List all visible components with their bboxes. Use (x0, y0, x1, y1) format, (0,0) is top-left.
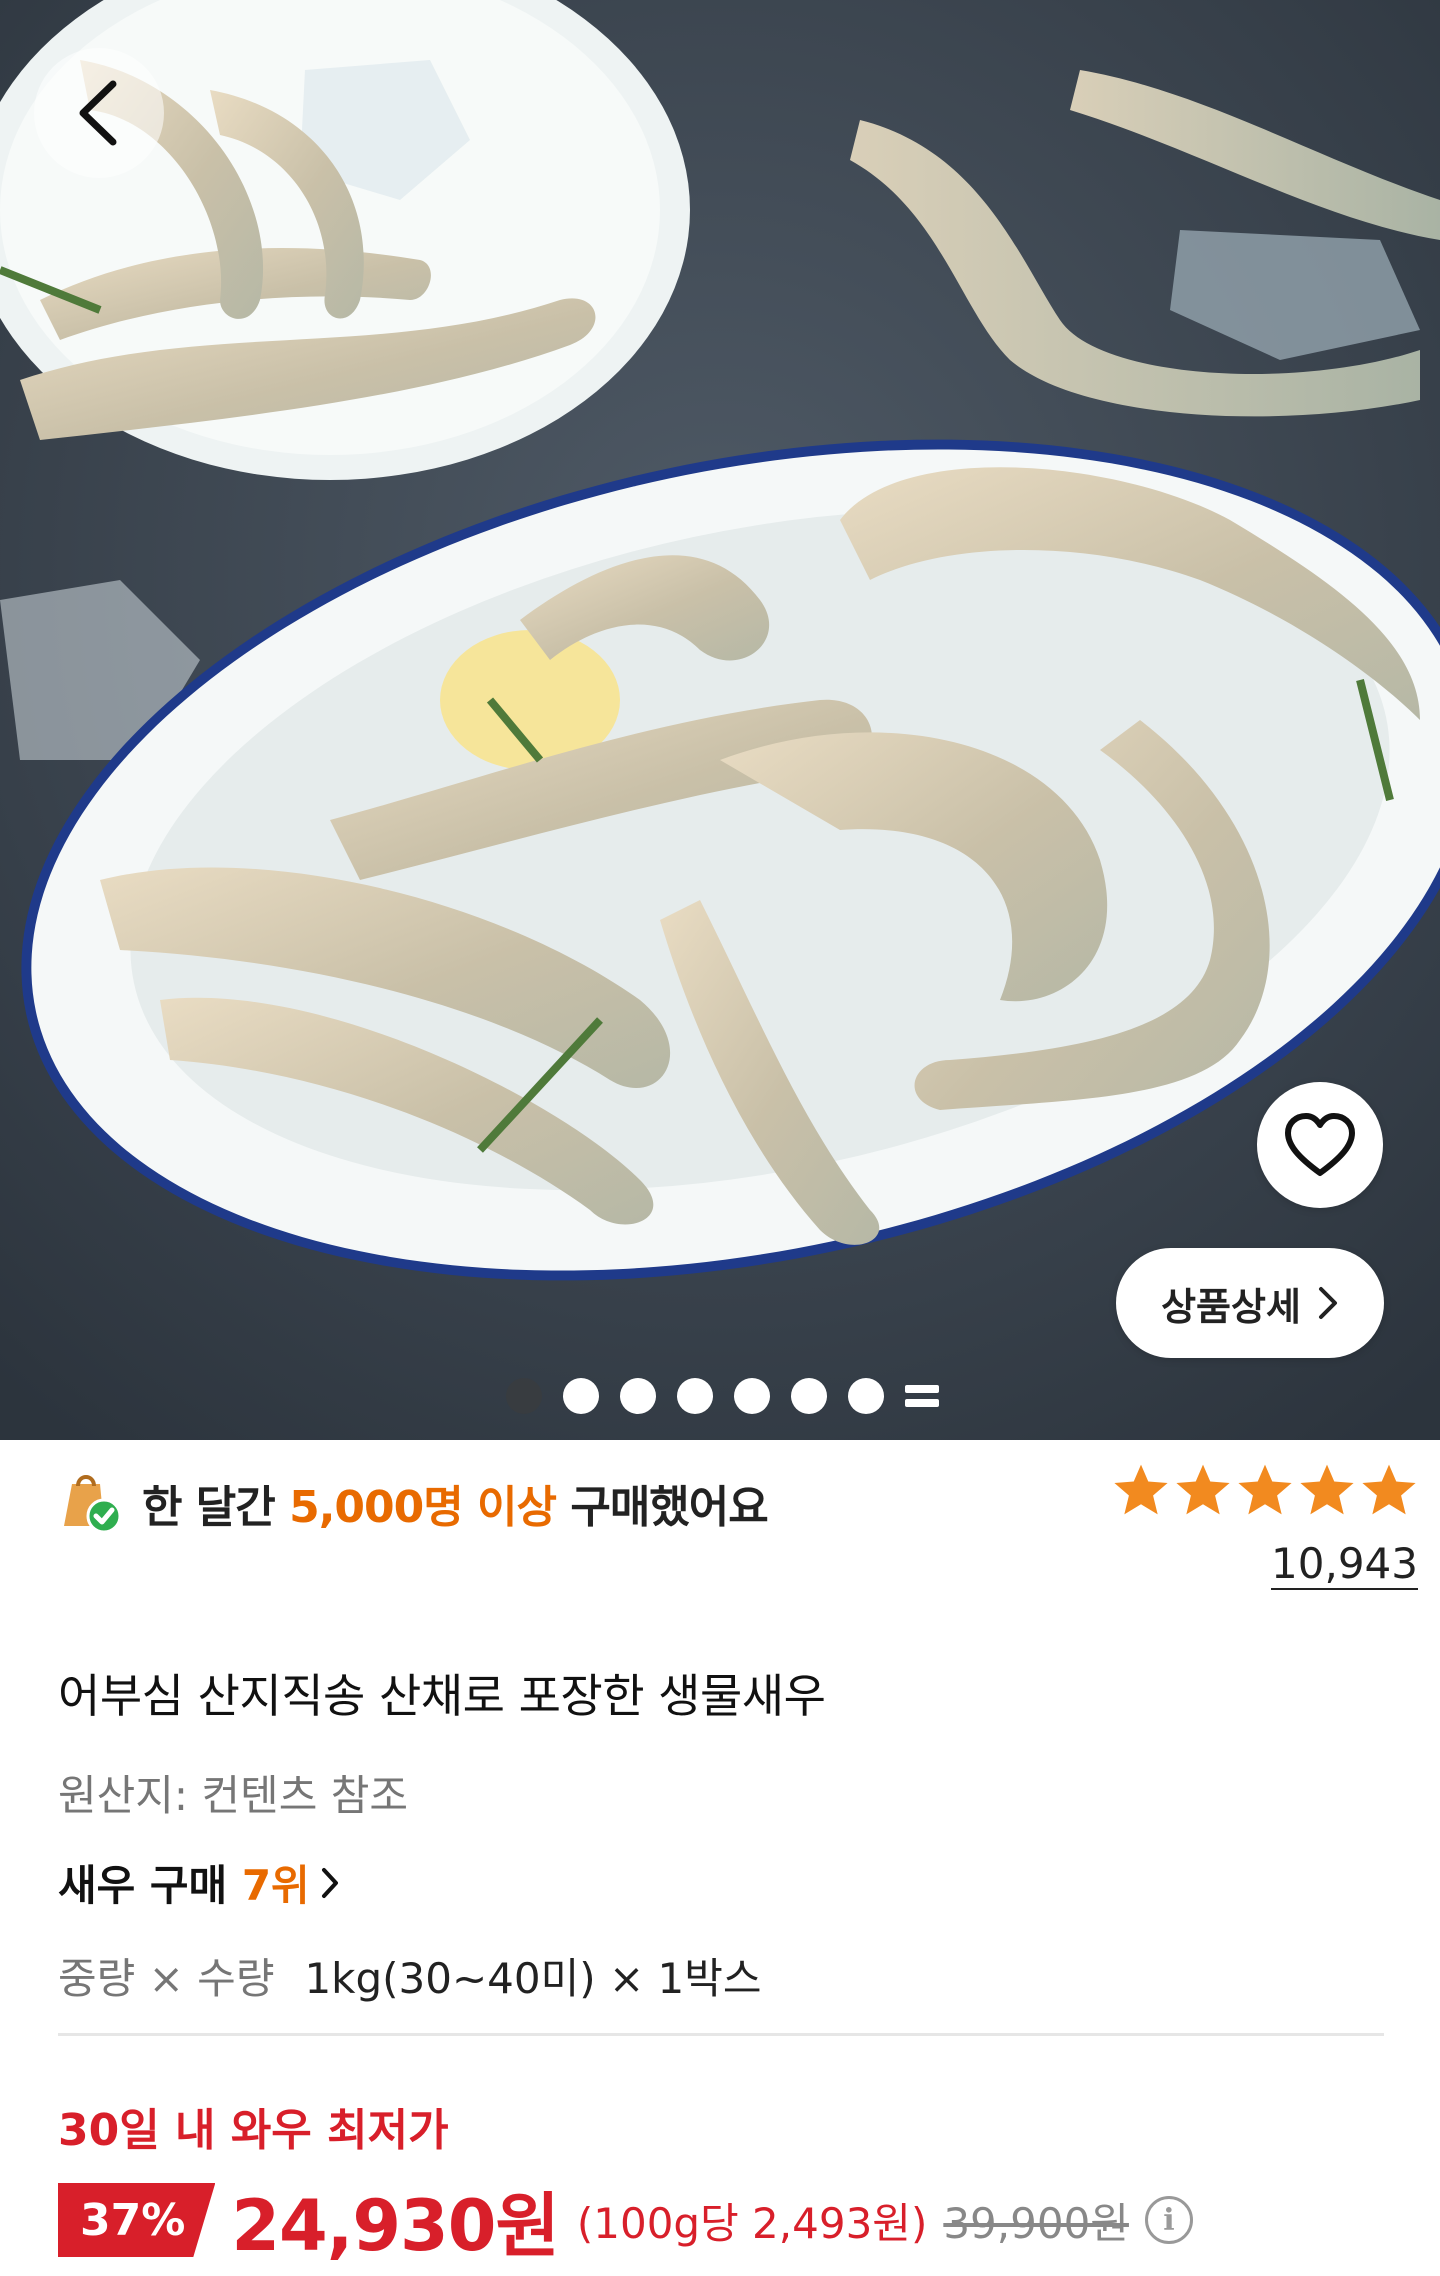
star-icon (1300, 1464, 1354, 1515)
unit-price: (100g당 2,493원) (576, 2198, 928, 2248)
product-detail-button[interactable]: 상품상세 (1116, 1248, 1384, 1358)
star-rating (1100, 1462, 1418, 1518)
chevron-right-icon (1318, 1287, 1337, 1319)
product-detail-label: 상품상세 (1161, 1284, 1301, 1329)
wishlist-button[interactable] (1257, 1082, 1383, 1208)
carousel-dot[interactable] (677, 1378, 713, 1414)
purchase-count-info: 한 달간 5,000명 이상 구매했어요 (58, 1470, 769, 1536)
product-origin: 원산지: 컨텐츠 참조 (58, 1771, 408, 1820)
product-title: 어부심 산지직송 산채로 포장한 생물새우 (58, 1669, 826, 1723)
spec-value: 1kg(30~40미) × 1박스 (304, 1954, 762, 2003)
chevron-right-icon (321, 1867, 338, 1898)
review-count-link[interactable]: 10,943 (1271, 1540, 1418, 1590)
star-icon (1176, 1464, 1230, 1515)
rating-summary: 10,943 (1100, 1462, 1418, 1590)
carousel-dot[interactable] (620, 1378, 656, 1414)
back-button[interactable] (34, 48, 164, 178)
star-icon (1114, 1464, 1168, 1515)
sale-price: 24,930원 (231, 2184, 560, 2267)
original-price: 39,900원 (943, 2198, 1129, 2248)
product-image-carousel[interactable]: 상품상세 (0, 0, 1440, 1440)
carousel-dot[interactable] (791, 1378, 827, 1414)
discount-badge: 37% (58, 2183, 216, 2257)
carousel-dot[interactable] (734, 1378, 770, 1414)
product-spec: 중량 × 수량 1kg(30~40미) × 1박스 (58, 1945, 762, 2006)
star-icon (1362, 1464, 1416, 1515)
carousel-dot[interactable] (563, 1378, 599, 1414)
carousel-dot[interactable] (506, 1378, 542, 1414)
rank-label: 새우 구매 7위 (58, 1861, 310, 1910)
price-row: 37% 24,930원 (100g당 2,493원) 39,900원 i (58, 2172, 1193, 2268)
carousel-indicator (506, 1378, 939, 1414)
purchase-count-text: 한 달간 5,000명 이상 구매했어요 (142, 1482, 769, 1533)
star-icon (1238, 1464, 1292, 1515)
shopping-bag-check-icon (64, 1475, 122, 1534)
spec-key: 중량 × 수량 (58, 1954, 275, 2003)
heart-icon (1285, 1113, 1355, 1176)
lowest-price-label: 30일 내 와우 최저가 (58, 2105, 449, 2156)
carousel-more-icon[interactable] (905, 1378, 939, 1414)
chevron-left-icon (79, 80, 117, 146)
category-rank-link[interactable]: 새우 구매 7위 (58, 1852, 340, 1913)
product-photo (0, 0, 1440, 1440)
divider (58, 2033, 1384, 2036)
carousel-dot[interactable] (848, 1378, 884, 1414)
info-icon[interactable]: i (1144, 2196, 1193, 2244)
